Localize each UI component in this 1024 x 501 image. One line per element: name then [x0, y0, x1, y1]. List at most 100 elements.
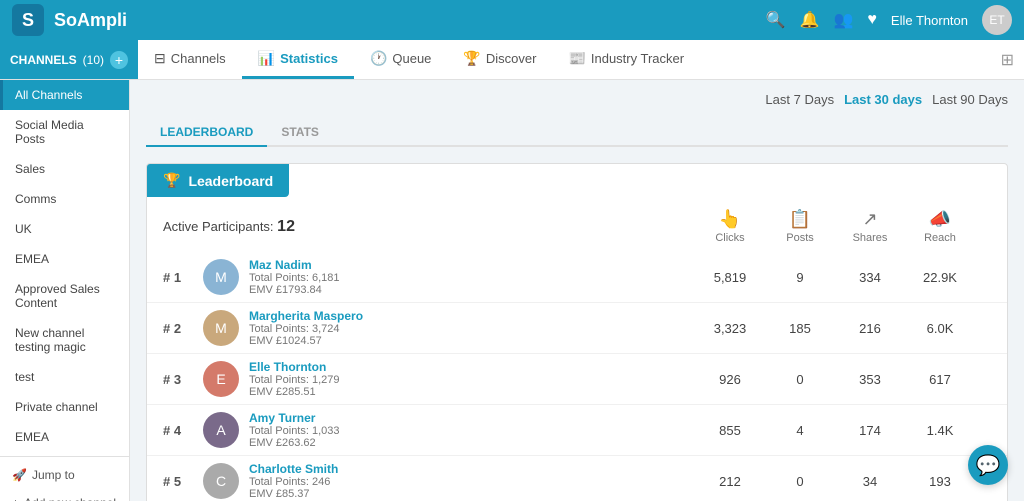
user-avatar[interactable]: ET	[982, 5, 1012, 35]
sidebar-item-test[interactable]: test	[0, 362, 129, 392]
sidebar-item-new-channel[interactable]: New channel testing magic	[0, 318, 129, 362]
sidebar-divider	[0, 456, 129, 457]
leaderboard-trophy-icon: 🏆	[163, 172, 180, 189]
tab-discover-label: Discover	[486, 51, 537, 66]
search-icon[interactable]: 🔍	[766, 10, 786, 30]
clicks-value: 3,323	[695, 321, 765, 336]
tab-queue[interactable]: 🕐 Queue	[354, 40, 447, 79]
user-emv: EMV £285.51	[249, 386, 409, 398]
tab-industry-tracker[interactable]: 📰 Industry Tracker	[552, 40, 700, 79]
sidebar-item-comms[interactable]: Comms	[0, 184, 129, 214]
reach-icon: 📣	[929, 209, 951, 230]
user-name-link[interactable]: Charlotte Smith	[249, 462, 409, 476]
user-points: Total Points: 1,033	[249, 425, 409, 437]
leaderboard-row: # 3 E Elle Thornton Total Points: 1,279 …	[147, 354, 1007, 405]
date-filter: Last 7 Days Last 30 days Last 90 Days	[146, 92, 1008, 107]
user-name-link[interactable]: Margherita Maspero	[249, 309, 409, 323]
metric-values: 855 4 174 1.4K	[695, 423, 975, 438]
metric-values: 3,323 185 216 6.0K	[695, 321, 975, 336]
sidebar-item-sales[interactable]: Sales	[0, 154, 129, 184]
date-option-90days[interactable]: Last 90 Days	[932, 92, 1008, 107]
logo-icon: S	[22, 10, 34, 31]
grid-view-icon[interactable]: ⊞	[1001, 50, 1014, 70]
tab-channels[interactable]: ⊟ Channels	[138, 40, 242, 79]
date-option-30days[interactable]: Last 30 days	[844, 92, 922, 107]
date-option-7days[interactable]: Last 7 Days	[765, 92, 834, 107]
shares-value: 34	[835, 474, 905, 489]
sidebar-item-uk[interactable]: UK	[0, 214, 129, 244]
rank-label: # 3	[163, 372, 203, 387]
sidebar-item-approved-sales[interactable]: Approved Sales Content	[0, 274, 129, 318]
statistics-tab-icon: 📊	[258, 50, 275, 67]
sidebar-item-private-channel[interactable]: Private channel	[0, 392, 129, 422]
metric-values: 926 0 353 617	[695, 372, 975, 387]
metric-posts: 📋 Posts	[765, 209, 835, 244]
sidebar-action-add-new-channel[interactable]: + Add new channel	[0, 489, 129, 501]
app-name: SoAmpli	[54, 10, 127, 31]
shares-value: 334	[835, 270, 905, 285]
heart-icon[interactable]: ♥	[867, 11, 877, 29]
metric-shares: ↗ Shares	[835, 209, 905, 244]
posts-value: 9	[765, 270, 835, 285]
rank-label: # 1	[163, 270, 203, 285]
chat-bubble[interactable]: 💬	[968, 445, 1008, 485]
user-info: Margherita Maspero Total Points: 3,724 E…	[249, 309, 409, 347]
user-avatar: M	[203, 310, 239, 346]
leaderboard-row: # 5 C Charlotte Smith Total Points: 246 …	[147, 456, 1007, 501]
top-nav-right: 🔍 🔔 👥 ♥ Elle Thornton ET	[766, 5, 1012, 35]
participant-count-label: Active Participants: 12	[163, 218, 383, 236]
clicks-value: 212	[695, 474, 765, 489]
reach-label: Reach	[924, 232, 956, 244]
channels-label: CHANNELS (10) +	[0, 40, 138, 79]
user-info: Maz Nadim Total Points: 6,181 EMV £1793.…	[249, 258, 409, 296]
leaderboard-row: # 1 M Maz Nadim Total Points: 6,181 EMV …	[147, 252, 1007, 303]
sub-navigation: CHANNELS (10) + ⊟ Channels 📊 Statistics …	[0, 40, 1024, 80]
channels-tab-icon: ⊟	[154, 50, 166, 67]
user-emv: EMV £85.37	[249, 488, 409, 500]
sidebar-action-jump-to[interactable]: 🚀 Jump to	[0, 461, 129, 489]
tab-queue-label: Queue	[392, 51, 431, 66]
logo-box[interactable]: S	[12, 4, 44, 36]
bell-icon[interactable]: 🔔	[800, 10, 820, 30]
top-nav-left: S SoAmpli	[12, 4, 127, 36]
shares-icon: ↗	[862, 209, 877, 230]
jump-to-icon: 🚀	[12, 468, 27, 482]
user-avatar: A	[203, 412, 239, 448]
user-emv: EMV £263.62	[249, 437, 409, 449]
queue-tab-icon: 🕐	[370, 50, 387, 67]
tab-discover[interactable]: 🏆 Discover	[447, 40, 552, 79]
clicks-label: Clicks	[715, 232, 744, 244]
sidebar-item-all-channels[interactable]: All Channels	[0, 80, 129, 110]
leaderboard-header: 🏆 Leaderboard	[147, 164, 289, 197]
channels-count: (10)	[83, 53, 104, 67]
content-tab-stats[interactable]: STATS	[267, 119, 333, 147]
content-tab-leaderboard[interactable]: LEADERBOARD	[146, 119, 267, 147]
add-channel-button[interactable]: +	[110, 51, 128, 69]
content-tabs: LEADERBOARD STATS	[146, 119, 1008, 147]
user-name: Elle Thornton	[891, 13, 968, 28]
main-layout: All Channels Social Media Posts Sales Co…	[0, 80, 1024, 501]
user-name-link[interactable]: Maz Nadim	[249, 258, 409, 272]
tab-statistics[interactable]: 📊 Statistics	[242, 40, 354, 79]
industry-tracker-tab-icon: 📰	[568, 50, 585, 67]
user-info: Charlotte Smith Total Points: 246 EMV £8…	[249, 462, 409, 500]
sidebar-item-social-media-posts[interactable]: Social Media Posts	[0, 110, 129, 154]
user-points: Total Points: 1,279	[249, 374, 409, 386]
user-name-link[interactable]: Elle Thornton	[249, 360, 409, 374]
clicks-value: 855	[695, 423, 765, 438]
people-icon[interactable]: 👥	[833, 10, 853, 30]
shares-value: 353	[835, 372, 905, 387]
shares-value: 216	[835, 321, 905, 336]
user-emv: EMV £1024.57	[249, 335, 409, 347]
metric-values: 212 0 34 193	[695, 474, 975, 489]
user-points: Total Points: 3,724	[249, 323, 409, 335]
sidebar-item-emea2[interactable]: EMEA	[0, 422, 129, 452]
leaderboard-rows: # 1 M Maz Nadim Total Points: 6,181 EMV …	[147, 252, 1007, 501]
metric-reach: 📣 Reach	[905, 209, 975, 244]
active-participants-number: 12	[277, 218, 295, 235]
user-points: Total Points: 6,181	[249, 272, 409, 284]
sidebar-item-emea[interactable]: EMEA	[0, 244, 129, 274]
main-content: Last 7 Days Last 30 days Last 90 Days LE…	[130, 80, 1024, 501]
user-name-link[interactable]: Amy Turner	[249, 411, 409, 425]
add-new-channel-label: Add new channel	[24, 496, 116, 501]
